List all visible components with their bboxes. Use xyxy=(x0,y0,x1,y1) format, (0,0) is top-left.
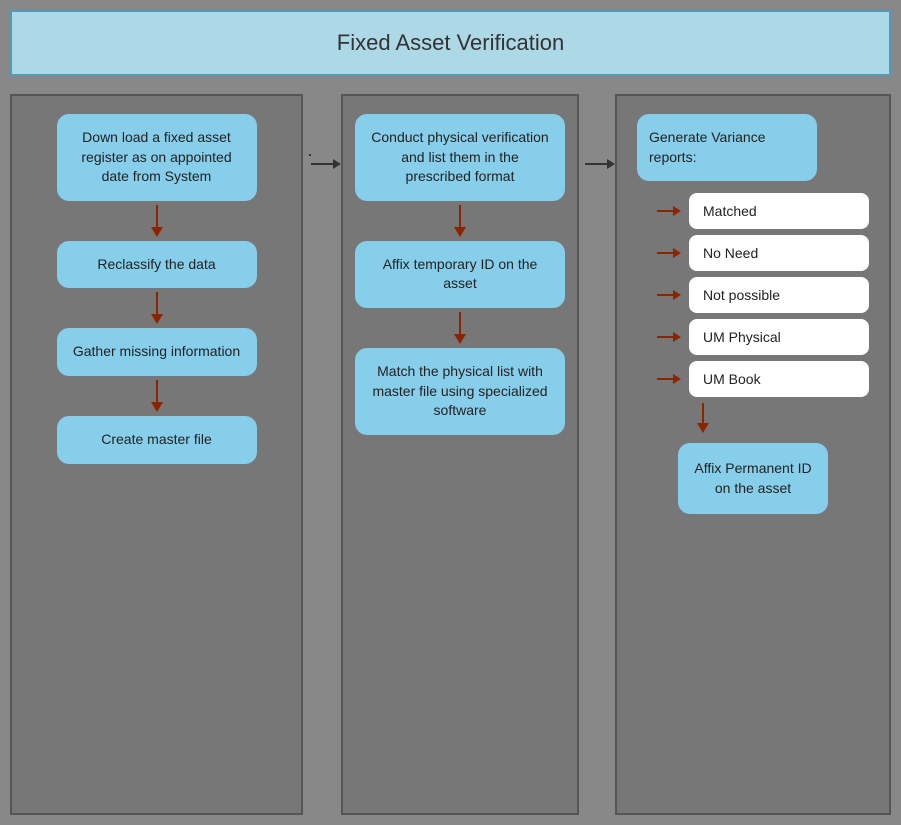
header: Fixed Asset Verification xyxy=(10,10,891,76)
option-notpossible: Not possible xyxy=(689,277,869,313)
arrow-umbook xyxy=(657,374,681,384)
option-noneed: No Need xyxy=(689,235,869,271)
h-arrow-2-3 xyxy=(585,94,615,815)
box-download: Down load a fixed asset register as on a… xyxy=(57,114,257,201)
option-row-umphysical: UM Physical xyxy=(657,319,869,355)
box-reclassify: Reclassify the data xyxy=(57,241,257,289)
option-umphysical: UM Physical xyxy=(689,319,869,355)
arrow-3 xyxy=(151,380,163,412)
page-title: Fixed Asset Verification xyxy=(337,30,564,55)
arrow-noneed xyxy=(657,248,681,258)
option-row-matched: Matched xyxy=(657,193,869,229)
option-matched: Matched xyxy=(689,193,869,229)
arrow-5 xyxy=(454,312,466,344)
column-1: Down load a fixed asset register as on a… xyxy=(10,94,303,815)
main-content: Down load a fixed asset register as on a… xyxy=(0,84,901,825)
col3-inner: Generate Variance reports: Matched xyxy=(629,114,877,514)
arrow-notpossible xyxy=(657,290,681,300)
arrow-2 xyxy=(151,292,163,324)
box-affix-perm: Affix Permanent ID on the asset xyxy=(678,443,828,514)
arrow-matched xyxy=(657,206,681,216)
option-umbook: UM Book xyxy=(689,361,869,397)
variance-box: Generate Variance reports: xyxy=(637,114,817,181)
connector-arrow-1-2 xyxy=(311,154,341,174)
arrow-4 xyxy=(454,205,466,237)
connector-arrow-2-3 xyxy=(585,154,615,174)
h-arrow-1-2 xyxy=(309,94,341,815)
box-affix-temp: Affix temporary ID on the asset xyxy=(355,241,565,308)
box-gather: Gather missing information xyxy=(57,328,257,376)
arrow-1 xyxy=(151,205,163,237)
arrow-umphysical xyxy=(657,332,681,342)
arrow-to-affix xyxy=(697,403,709,433)
option-row-noneed: No Need xyxy=(657,235,869,271)
option-row-umbook: UM Book xyxy=(657,361,869,397)
option-row-notpossible: Not possible xyxy=(657,277,869,313)
column-3: Generate Variance reports: Matched xyxy=(615,94,891,815)
column-2: Conduct physical verification and list t… xyxy=(341,94,579,815)
page: Fixed Asset Verification Down load a fix… xyxy=(0,0,901,825)
box-master: Create master file xyxy=(57,416,257,464)
box-match: Match the physical list with master file… xyxy=(355,348,565,435)
options-area: Matched No Need Not xyxy=(657,193,869,397)
box-conduct: Conduct physical verification and list t… xyxy=(355,114,565,201)
